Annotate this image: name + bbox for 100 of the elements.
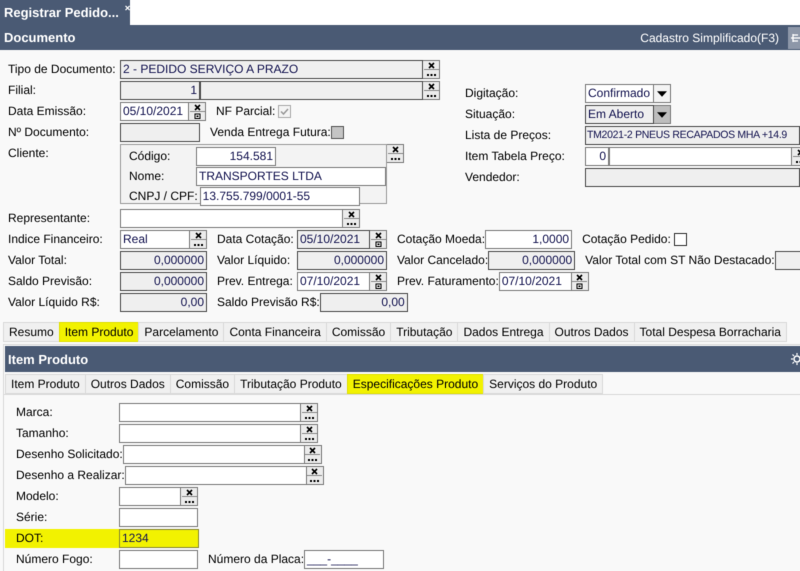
field-label: Valor Cancelado: — [397, 252, 488, 269]
text-field[interactable] — [124, 466, 307, 485]
lookup-button[interactable] — [190, 230, 207, 249]
text-field[interactable]: Real — [120, 230, 190, 249]
text-field[interactable]: 0 — [585, 147, 609, 166]
clear-browse-icon — [344, 210, 358, 227]
text-field[interactable]: 07/10/2021 — [498, 272, 572, 291]
field-label: DOT: — [16, 530, 44, 547]
tab[interactable]: Comissão — [326, 322, 392, 342]
clear-browse-icon — [302, 425, 316, 442]
text-field[interactable]: 154.581 — [196, 147, 276, 166]
sub-tab[interactable]: Tributação Produto — [234, 374, 348, 394]
clear-browse-icon — [302, 404, 316, 421]
dropdown-button[interactable] — [654, 105, 671, 124]
text-field[interactable] — [119, 550, 198, 569]
text-field[interactable] — [119, 487, 181, 506]
tab[interactable]: Outros Dados — [548, 322, 635, 342]
tab[interactable]: Resumo — [3, 322, 60, 342]
field-label: NF Parcial: — [216, 103, 276, 120]
clear-calendar-icon — [572, 273, 588, 290]
lookup-button[interactable] — [343, 209, 360, 228]
text-field[interactable]: 1,0000 — [485, 230, 572, 249]
date-button[interactable] — [370, 272, 387, 291]
field-label: Vendedor: — [465, 169, 521, 186]
gear-icon[interactable] — [788, 352, 800, 366]
lookup-button[interactable] — [423, 81, 440, 100]
field-label: Desenho a Realizar: — [16, 467, 125, 484]
clear-browse-icon — [305, 446, 320, 463]
text-field[interactable] — [609, 147, 792, 166]
clear-browse-icon — [307, 467, 322, 484]
field-label: Nº Documento: — [8, 124, 90, 141]
clear-calendar-icon — [190, 103, 204, 120]
field-label: Código: — [129, 148, 172, 165]
tab[interactable]: Total Despesa Borracharia — [634, 322, 787, 342]
field-label: Digitação: — [465, 85, 520, 102]
tab[interactable]: Tributação — [390, 322, 458, 342]
field-label: Prev. Faturamento: — [397, 273, 499, 290]
date-button[interactable] — [189, 102, 206, 121]
text-field[interactable]: ___-____ — [304, 550, 384, 569]
sub-tab[interactable]: Especificações Produto — [346, 374, 484, 394]
field-label: Valor Líquido R$: — [8, 294, 101, 311]
text-field[interactable] — [120, 209, 343, 228]
caret-down-icon — [657, 90, 667, 96]
field-label: Número Fogo: — [16, 551, 94, 568]
clear-calendar-icon — [370, 231, 386, 248]
field-label: Cotação Pedido: — [582, 231, 672, 248]
sub-tab[interactable]: Item Produto — [5, 374, 86, 394]
field-label: Data Emissão: — [8, 103, 88, 120]
text-field[interactable]: 1234 — [119, 529, 199, 548]
text-field[interactable] — [119, 424, 301, 443]
field-label: Tipo de Documento: — [8, 61, 117, 78]
lookup-button[interactable] — [306, 466, 324, 485]
panel-title: Item Produto — [8, 352, 90, 366]
text-field[interactable]: TRANSPORTES LTDA — [196, 167, 386, 186]
dropdown-button[interactable] — [654, 84, 671, 103]
clear-browse-icon — [388, 145, 402, 162]
clear-browse-icon — [424, 61, 438, 78]
text-field[interactable] — [119, 403, 301, 422]
lookup-button[interactable] — [387, 144, 404, 163]
field-label: Indice Financeiro: — [8, 231, 104, 248]
text-field[interactable] — [119, 508, 198, 527]
sub-tab[interactable]: Outros Dados — [84, 374, 171, 394]
tab[interactable]: Parcelamento — [138, 322, 224, 342]
clear-browse-icon — [424, 82, 438, 99]
lookup-button[interactable] — [423, 60, 440, 79]
section-title: Documento — [4, 30, 76, 45]
lookup-button[interactable] — [301, 424, 318, 443]
text-field[interactable]: 05/10/2021 — [120, 102, 189, 121]
sub-tab[interactable]: Serviços do Produto — [483, 374, 604, 394]
field-label: Data Cotação: — [217, 231, 295, 248]
text-field[interactable]: 07/10/2021 — [297, 272, 370, 291]
sub-tab[interactable]: Comissão — [170, 374, 236, 394]
close-icon[interactable] — [124, 2, 130, 12]
document-tab[interactable]: Registrar Pedido... — [0, 0, 130, 25]
field-label: Nome: — [129, 168, 166, 185]
field-label: Marca: — [16, 404, 54, 421]
field-label: Saldo Previsão: — [8, 273, 94, 290]
pin-button[interactable] — [788, 26, 800, 48]
tab[interactable]: Item Produto — [58, 322, 140, 342]
header-link[interactable]: Cadastro Simplificado(F3) — [640, 30, 779, 44]
text-field[interactable] — [122, 445, 305, 464]
tab[interactable]: Conta Financeira — [223, 322, 327, 342]
text-field[interactable]: Confirmado — [585, 84, 654, 103]
field-label: Lista de Preços: — [465, 127, 552, 144]
field-label: Modelo: — [16, 488, 60, 505]
text-field[interactable]: 13.755.799/0001-55 — [200, 187, 360, 206]
lookup-button[interactable] — [181, 487, 198, 506]
field-label: CNPJ / CPF: — [129, 188, 199, 205]
lookup-button[interactable] — [301, 403, 318, 422]
lookup-button[interactable] — [304, 445, 322, 464]
field-label: Tamanho: — [16, 425, 70, 442]
field-label: Valor Total com ST Não Destacado: — [585, 252, 775, 269]
date-button[interactable] — [572, 272, 589, 291]
checkbox[interactable] — [674, 233, 688, 246]
field-label: Valor Total: — [8, 252, 68, 269]
date-button[interactable] — [370, 230, 387, 249]
caret-down-icon — [657, 112, 667, 118]
field-label: Cotação Moeda: — [397, 231, 486, 248]
tab[interactable]: Dados Entrega — [457, 322, 550, 342]
field-label: Situação: — [465, 106, 516, 123]
